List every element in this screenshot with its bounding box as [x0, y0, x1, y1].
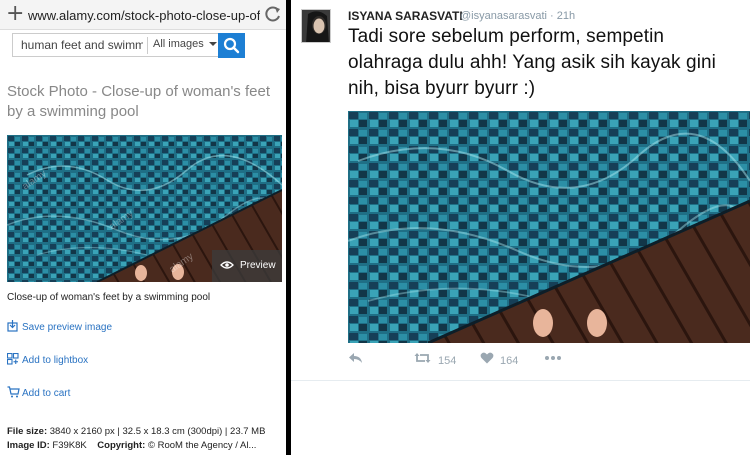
tweet-divider — [291, 380, 750, 381]
save-preview-label: Save preview image — [22, 322, 113, 333]
avatar-image — [302, 10, 330, 42]
image-id-line: Image ID: F39K8K Copyright: © RooM the A… — [7, 440, 256, 451]
search-box: human feet and swimming All images — [12, 33, 244, 57]
copyright-label: Copyright: — [97, 440, 146, 451]
tweet-text: Tadi sore sebelum perform, sempetin olah… — [348, 26, 717, 99]
image-id-value: F39K8K — [52, 440, 87, 451]
tweet-photo[interactable] — [348, 111, 750, 343]
eye-icon — [220, 261, 234, 269]
add-to-lightbox-label: Add to lightbox — [22, 355, 89, 366]
search-button[interactable] — [218, 33, 245, 58]
new-tab-icon[interactable]: + — [6, 3, 24, 25]
tweet-actions: 154 164 — [348, 352, 748, 372]
display-name[interactable]: ISYANA SARASVATI — [348, 9, 463, 23]
retweet-count: 154 — [438, 355, 457, 367]
reload-icon[interactable] — [264, 4, 282, 24]
pool-photo-image — [348, 111, 750, 343]
lightbox-icon — [7, 353, 19, 365]
cart-icon — [7, 386, 20, 398]
file-size-value: 3840 x 2160 px | 32.5 x 18.3 cm (300dpi)… — [49, 426, 266, 437]
handle-and-time[interactable]: @isyanasarasvati · 21h — [460, 10, 575, 22]
tweet-card: ISYANA SARASVATI @isyanasarasvati · 21h … — [291, 0, 750, 455]
retweet-icon[interactable] — [414, 352, 431, 364]
image-type-select[interactable]: All images — [153, 38, 217, 50]
more-icon[interactable] — [544, 352, 562, 364]
browser-url-bar: + www.alamy.com/stock-photo-close-up-of — [0, 0, 286, 30]
url-text[interactable]: www.alamy.com/stock-photo-close-up-of — [28, 8, 260, 23]
screenshot-composite: + www.alamy.com/stock-photo-close-up-of … — [0, 0, 750, 455]
copyright-value: © RooM the Agency / Al... — [147, 440, 257, 451]
image-type-select-label: All images — [153, 38, 204, 50]
avatar[interactable] — [301, 9, 331, 43]
search-input[interactable]: human feet and swimming — [21, 38, 143, 52]
file-size-label: File size: — [7, 426, 48, 437]
file-size-line: File size: 3840 x 2160 px | 32.5 x 18.3 … — [7, 426, 265, 437]
like-count: 164 — [500, 355, 519, 367]
preview-label: Preview — [240, 260, 276, 271]
image-id-label: Image ID: — [7, 440, 50, 451]
save-icon — [7, 320, 18, 332]
preview-button[interactable]: Preview — [212, 250, 282, 282]
reply-icon[interactable] — [348, 352, 363, 364]
page-title: Stock Photo - Close-up of woman's feet b… — [7, 83, 270, 120]
search-divider — [147, 37, 148, 54]
alamy-page: + www.alamy.com/stock-photo-close-up-of … — [0, 0, 286, 455]
photo-caption: Close-up of woman's feet by a swimming p… — [7, 292, 211, 303]
chevron-down-icon — [208, 42, 217, 47]
add-to-cart-label: Add to cart — [22, 388, 71, 399]
like-icon[interactable] — [480, 352, 494, 364]
search-icon — [223, 37, 240, 54]
